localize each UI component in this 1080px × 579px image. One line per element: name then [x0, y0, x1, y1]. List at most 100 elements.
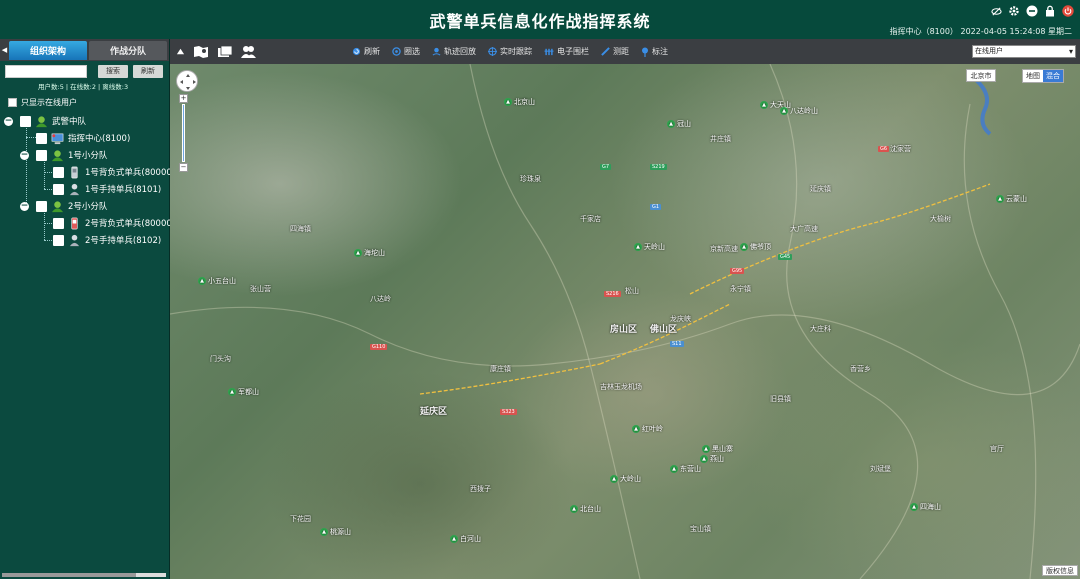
command-monitor-icon: [51, 133, 64, 144]
tree-node-handheld2[interactable]: 2号手持单兵(8102): [53, 232, 161, 248]
tree-node-command[interactable]: 指挥中心(8100): [36, 130, 130, 146]
tree-checkbox[interactable]: [36, 200, 47, 212]
mountain-peak-marker[interactable]: ▲ 红叶岭: [632, 424, 663, 434]
road-shield-badge: G110: [370, 344, 388, 350]
map-place-label: 香营乡: [850, 365, 871, 373]
mountain-peak-label: 燕山: [710, 455, 724, 463]
road-shield-badge: G7: [600, 164, 612, 170]
copyright-button[interactable]: 版权信息: [1042, 565, 1078, 576]
zoom-out-button[interactable]: −: [179, 163, 188, 172]
tree-checkbox[interactable]: [53, 166, 64, 178]
tree-checkbox[interactable]: [53, 217, 64, 229]
track-playback-label: 轨迹回放: [444, 47, 476, 56]
mountain-peak-marker[interactable]: ▲ 云蒙山: [996, 194, 1027, 204]
search-input[interactable]: [5, 65, 87, 78]
mountain-peak-marker[interactable]: ▲ 黑山寨: [702, 444, 733, 454]
mountain-peak-marker[interactable]: ▲ 北台山: [570, 504, 601, 514]
tab-organization[interactable]: 组织架构: [9, 40, 87, 60]
eye-off-icon[interactable]: [990, 5, 1002, 17]
city-indicator[interactable]: 北京市: [966, 69, 996, 82]
only-online-checkbox[interactable]: [8, 98, 17, 107]
sidebar-scrollbar[interactable]: [2, 573, 166, 577]
mountain-peak-marker[interactable]: ▲ 北京山: [504, 97, 535, 107]
map-place-label: 门头沟: [210, 355, 231, 363]
mountain-peak-marker[interactable]: ▲ 白河山: [450, 534, 481, 544]
power-icon[interactable]: [1062, 5, 1074, 17]
tab-combat-units[interactable]: 作战分队: [89, 40, 167, 60]
zoom-slider: + −: [179, 94, 188, 174]
soldier-icon: [69, 183, 80, 195]
tree-node-handheld1[interactable]: 1号手持单兵(8101): [53, 181, 161, 197]
zoom-in-button[interactable]: +: [179, 94, 188, 103]
map-place-label: 大庄科: [810, 325, 831, 333]
tree-node-team2[interactable]: − 2号小分队: [20, 198, 107, 214]
mountain-peak-marker[interactable]: ▲ 四海山: [910, 502, 941, 512]
track-playback-button[interactable]: 轨迹回放: [432, 46, 476, 57]
tree-node-squadron[interactable]: − 武警中队: [4, 113, 86, 129]
group-icon: [35, 115, 48, 127]
mountain-peak-marker[interactable]: ▲ 军都山: [228, 387, 259, 397]
triangle-up-icon[interactable]: [176, 47, 185, 56]
map-type-map-button[interactable]: 地图: [1023, 70, 1043, 82]
tree-node-backpack2[interactable]: 2号背负式单兵(80000: [53, 215, 172, 231]
mountain-peak-marker[interactable]: ▲ 冠山: [667, 119, 691, 129]
collapse-toggle-icon[interactable]: −: [20, 150, 29, 160]
minus-circle-icon[interactable]: [1026, 5, 1038, 17]
tree-node-label: 1号手持单兵(8101): [85, 185, 162, 195]
tree-node-label: 1号背负式单兵(80000: [85, 168, 172, 178]
map-toolbar: 刷新 圈选 轨迹回放 实时跟踪 电子围栏 测距 标注 在线用户: [170, 39, 1080, 64]
mountain-peak-marker[interactable]: ▲ 海坨山: [354, 248, 385, 258]
status-line: 指挥中心（8100） 2022-04-05 15:24:08 星期二: [889, 27, 1072, 36]
tree-node-team1[interactable]: − 1号小分队: [20, 147, 107, 163]
fence-button[interactable]: 电子围栏: [544, 46, 589, 57]
mountain-icon: ▲: [700, 455, 708, 463]
group-icon: [51, 200, 64, 212]
realtime-track-label: 实时跟踪: [500, 47, 532, 56]
scrollbar-thumb[interactable]: [2, 573, 136, 577]
search-button[interactable]: 搜索: [98, 65, 128, 78]
mountain-peak-marker[interactable]: ▲ 燕山: [700, 454, 724, 464]
mountain-peak-marker[interactable]: ▲ 小五台山: [198, 276, 236, 286]
users-icon[interactable]: [241, 45, 256, 58]
pan-control[interactable]: [176, 70, 198, 92]
road-shield-badge: G45: [778, 254, 793, 260]
mountain-icon: ▲: [504, 98, 512, 106]
refresh-map-button[interactable]: 刷新: [352, 46, 380, 57]
mountain-peak-marker[interactable]: ▲ 大岭山: [610, 474, 641, 484]
tree-checkbox[interactable]: [20, 115, 31, 127]
circle-select-button[interactable]: 圈选: [392, 46, 420, 57]
tree-node-label: 1号小分队: [68, 151, 108, 161]
mountain-icon: ▲: [450, 535, 458, 543]
collapse-left-icon[interactable]: ◀: [0, 46, 9, 54]
mountain-peak-marker[interactable]: ▲ 东营山: [670, 464, 701, 474]
tree-node-backpack1[interactable]: 1号背负式单兵(80000: [53, 164, 172, 180]
circle-select-label: 圈选: [404, 47, 420, 56]
mountain-peak-marker[interactable]: ▲ 八达岭山: [780, 106, 818, 116]
mountain-peak-marker[interactable]: ▲ 桃源山: [320, 527, 351, 537]
collapse-toggle-icon[interactable]: −: [4, 116, 13, 126]
tree-checkbox[interactable]: [36, 132, 47, 144]
mountain-peak-label: 八达岭山: [790, 107, 818, 115]
lock-icon[interactable]: [1044, 5, 1056, 17]
zoom-track[interactable]: [182, 104, 185, 162]
map-place-label: 京新高速: [710, 245, 738, 253]
cards-icon[interactable]: [217, 45, 233, 58]
tree-checkbox[interactable]: [36, 149, 47, 161]
tree-checkbox[interactable]: [53, 234, 64, 246]
map-view[interactable]: 房山区 佛山区 延庆区 吉林玉龙机场 大广高速 京新高速 门头沟 松山 龙庆峡 康庄镇 大庄科 永宁镇…: [170, 64, 1080, 579]
annotate-button[interactable]: 标注: [641, 46, 668, 57]
mountain-peak-marker[interactable]: ▲ 佛爷顶: [740, 242, 771, 252]
gear-icon[interactable]: [1008, 5, 1020, 17]
mountain-peak-marker[interactable]: ▲ 天岭山: [634, 242, 665, 252]
measure-button[interactable]: 测距: [601, 46, 629, 57]
collapse-toggle-icon[interactable]: −: [20, 201, 29, 211]
refresh-button[interactable]: 刷新: [133, 65, 163, 78]
user-filter-select[interactable]: 在线用户: [972, 45, 1076, 58]
map-type-hybrid-button[interactable]: 混合: [1043, 70, 1063, 82]
track-playback-icon: [432, 47, 441, 56]
tree-checkbox[interactable]: [53, 183, 64, 195]
map-book-icon[interactable]: [193, 45, 209, 59]
tree-node-label: 武警中队: [52, 117, 87, 127]
backpack-radio-icon: [71, 166, 78, 178]
realtime-track-button[interactable]: 实时跟踪: [488, 46, 532, 57]
